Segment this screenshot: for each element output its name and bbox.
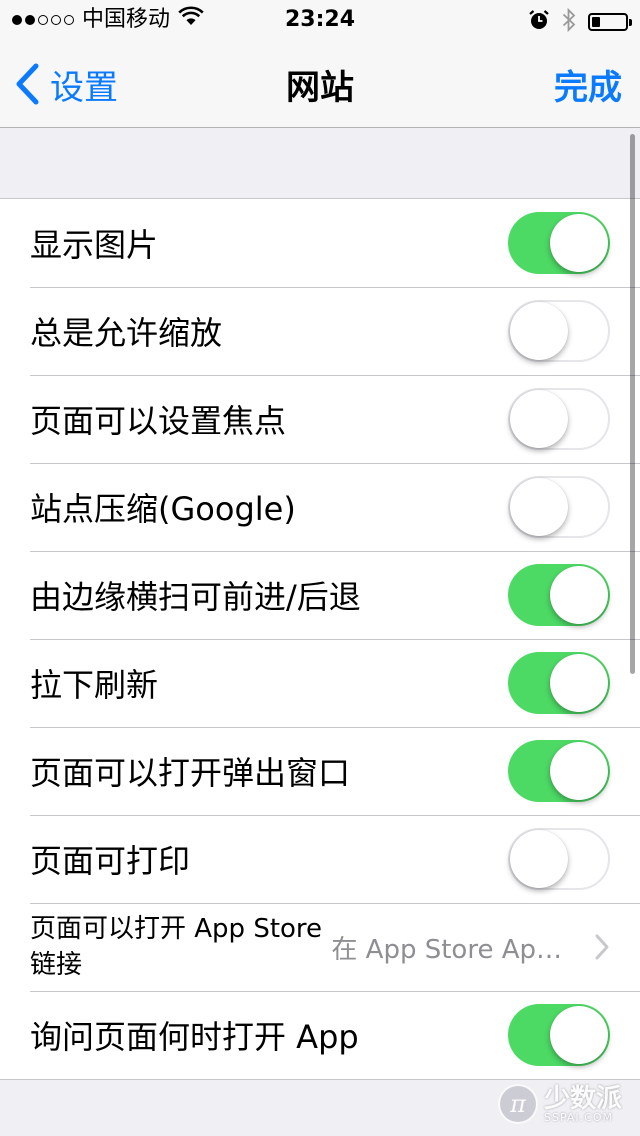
- toggle-knob: [510, 302, 568, 360]
- navigation-bar: 设置 网站 完成: [0, 40, 640, 128]
- pi-logo-icon: π: [497, 1084, 538, 1124]
- settings-row-label: 显示图片: [30, 226, 159, 264]
- settings-row-label: 页面可以打开弹出窗口: [30, 754, 351, 792]
- battery-level: [592, 17, 600, 27]
- toggle-knob: [550, 742, 608, 800]
- toggle-switch[interactable]: [508, 300, 610, 362]
- toggle-knob: [550, 566, 608, 624]
- toggle-knob: [550, 1006, 608, 1064]
- watermark-domain: SSPAI.COM: [543, 1110, 613, 1124]
- battery-icon: [588, 13, 632, 31]
- settings-row: 询问页面何时打开 App: [0, 991, 640, 1079]
- settings-row-label: 由边缘横扫可前进/后退: [30, 578, 361, 616]
- settings-row: 显示图片: [0, 199, 640, 287]
- scrollbar[interactable]: [630, 134, 635, 674]
- settings-row[interactable]: 页面可以打开 App Store 链接在 App Store Ap…: [0, 903, 640, 991]
- done-button[interactable]: 完成: [554, 40, 622, 128]
- toggle-knob: [550, 654, 608, 712]
- settings-row-label: 询问页面何时打开 App: [30, 1018, 359, 1056]
- toggle-switch[interactable]: [508, 652, 610, 714]
- settings-row-label: 站点压缩(Google): [30, 490, 296, 528]
- settings-row-value: 在 App Store Ap…: [331, 934, 562, 965]
- status-bar: 中国移动 23:24: [0, 0, 640, 40]
- toggle-knob: [510, 830, 568, 888]
- settings-row: 页面可打印: [0, 815, 640, 903]
- settings-row: 由边缘横扫可前进/后退: [0, 551, 640, 639]
- alarm-icon: [528, 9, 550, 35]
- sspai-watermark: π 少数派 SSPAI.COM: [497, 1083, 622, 1124]
- settings-row: 页面可以设置焦点: [0, 375, 640, 463]
- settings-list: 显示图片总是允许缩放页面可以设置焦点 站点压缩(Google) 由边缘横扫可前进/后…: [0, 198, 640, 1080]
- settings-row: 站点压缩(Google): [0, 463, 640, 551]
- toggle-switch[interactable]: [508, 828, 610, 890]
- settings-row-label: 页面可打印: [30, 842, 191, 880]
- page-title: 网站: [286, 67, 354, 108]
- settings-row: 总是允许缩放: [0, 287, 640, 375]
- watermark-name: 少数派: [543, 1083, 622, 1114]
- chevron-right-icon: [595, 934, 609, 960]
- settings-row-label: 页面可以设置焦点: [30, 402, 287, 440]
- toggle-knob: [550, 214, 608, 272]
- toggle-switch[interactable]: [508, 564, 610, 626]
- settings-row: 拉下刷新: [0, 639, 640, 727]
- toggle-knob: [510, 478, 568, 536]
- toggle-switch[interactable]: [508, 212, 610, 274]
- toggle-switch[interactable]: [508, 476, 610, 538]
- toggle-switch[interactable]: [508, 1004, 610, 1066]
- toggle-switch[interactable]: [508, 740, 610, 802]
- toggle-switch[interactable]: [508, 388, 610, 450]
- toggle-knob: [510, 390, 568, 448]
- status-right: [528, 7, 632, 36]
- settings-row-label: 页面可以打开 App Store 链接: [30, 914, 323, 980]
- settings-row: 页面可以打开弹出窗口: [0, 727, 640, 815]
- settings-row-label: 总是允许缩放: [30, 314, 223, 352]
- bluetooth-icon: [562, 7, 576, 36]
- settings-row-label: 拉下刷新: [30, 666, 159, 704]
